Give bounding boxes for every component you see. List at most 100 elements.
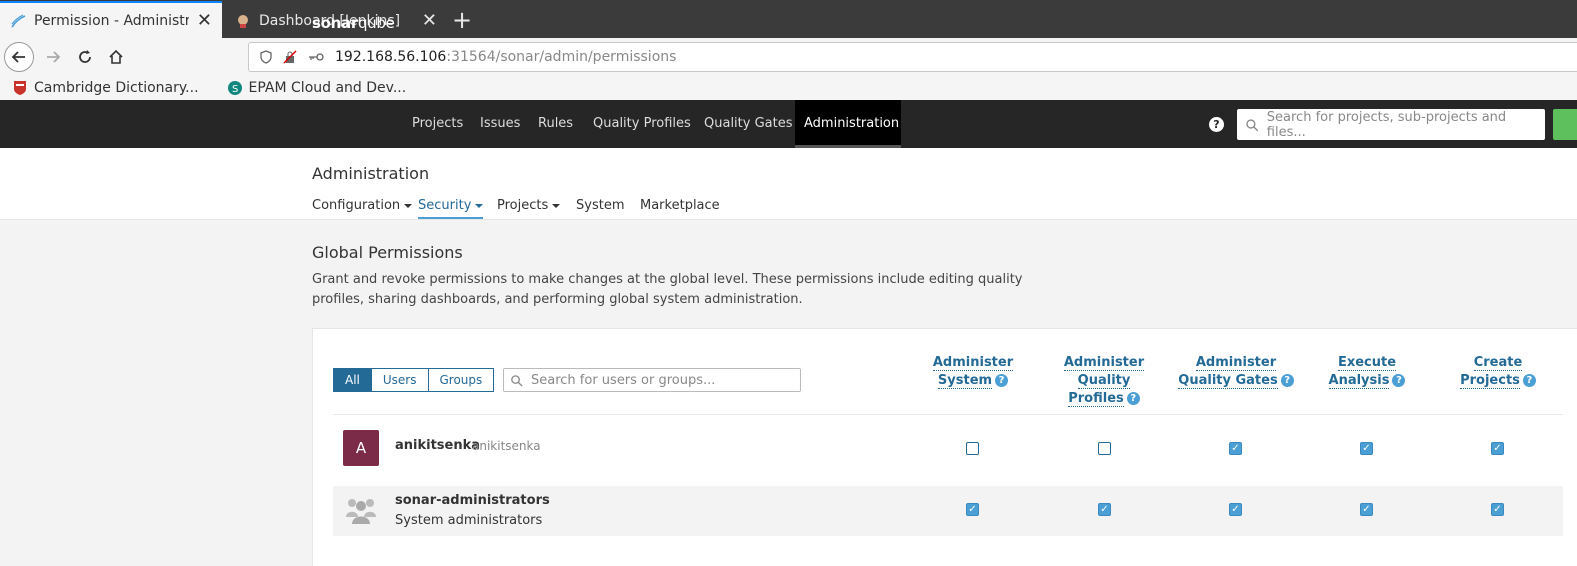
forward-arrow-icon	[47, 51, 61, 63]
filter-groups-button[interactable]: Groups	[428, 368, 495, 392]
filter-users-button[interactable]: Users	[371, 368, 429, 392]
filter-button-group: All Users Groups	[333, 368, 495, 392]
filter-all-button[interactable]: All	[333, 368, 372, 392]
reload-button[interactable]	[70, 42, 100, 72]
tab-permission[interactable]: Permission - Administrat ✕	[0, 1, 222, 38]
help-icon[interactable]: ?	[1280, 374, 1294, 387]
admin-header: Administration Configuration Security Pr…	[0, 148, 1577, 220]
nav-projects[interactable]: Projects	[403, 100, 472, 148]
nav-issues[interactable]: Issues	[471, 100, 529, 148]
sonarqube-favicon-icon	[11, 13, 26, 27]
sharepoint-icon: S	[227, 81, 242, 95]
column-label: Analysis	[1328, 373, 1390, 389]
subnav-system[interactable]: System	[576, 198, 624, 217]
user-login: anikitsenka	[472, 439, 541, 453]
user-name: anikitsenka	[395, 438, 481, 453]
column-label: Projects	[1460, 373, 1520, 389]
permission-checkbox[interactable]: ✓	[1360, 442, 1373, 455]
close-icon[interactable]: ✕	[197, 10, 212, 31]
insecure-lock-icon	[283, 50, 297, 64]
permission-checkbox[interactable]: ✓	[1491, 442, 1504, 455]
key-icon	[309, 53, 324, 61]
bookmark-cambridge[interactable]: Cambridge Dictionary...	[12, 80, 199, 96]
column-label: Quality Gates	[1178, 373, 1278, 389]
column-label: Create	[1473, 355, 1523, 371]
page-title: Administration	[312, 164, 430, 183]
subnav-projects[interactable]: Projects	[497, 198, 561, 217]
caret-down-icon	[475, 203, 484, 208]
url-path: :31564/sonar/admin/permissions	[446, 49, 677, 65]
reload-icon	[79, 50, 91, 63]
section-description: Grant and revoke permissions to make cha…	[312, 272, 1023, 307]
forward-button[interactable]	[38, 42, 68, 72]
search-icon	[511, 374, 523, 387]
global-search-placeholder: Search for projects, sub-projects and fi…	[1266, 109, 1507, 140]
sonarqube-logo[interactable]: sonarqube	[312, 14, 395, 32]
help-icon[interactable]: ?	[1209, 117, 1224, 132]
permission-checkbox[interactable]: ✓	[966, 503, 979, 516]
column-create-projects[interactable]: Create Projects?	[1448, 354, 1548, 390]
url-bar[interactable]: 192.168.56.106:31564/sonar/admin/permiss…	[248, 42, 1577, 72]
permission-checkbox[interactable]: ✓	[1360, 503, 1373, 516]
svg-text:S: S	[232, 84, 238, 95]
group-icon	[346, 499, 376, 524]
group-description: System administrators	[395, 513, 543, 528]
table-divider	[333, 414, 1563, 415]
column-administer-quality-profiles[interactable]: Administer Quality Profiles?	[1054, 354, 1154, 408]
caret-down-icon	[552, 203, 561, 208]
shield-icon	[260, 50, 272, 64]
url-host: 192.168.56.106	[335, 49, 447, 65]
subnav-label: Security	[418, 198, 472, 213]
browser-nav-bar: 192.168.56.106:31564/sonar/admin/permiss…	[0, 38, 1577, 76]
permission-checkbox[interactable]	[966, 442, 979, 455]
bookmark-label: Cambridge Dictionary...	[34, 80, 199, 96]
column-administer-quality-gates[interactable]: Administer Quality Gates?	[1176, 354, 1296, 390]
column-label: Quality	[1077, 373, 1131, 389]
home-button[interactable]	[101, 42, 131, 72]
column-label: Profiles	[1068, 391, 1124, 407]
close-icon[interactable]: ✕	[422, 10, 437, 31]
help-icon[interactable]: ?	[995, 374, 1009, 387]
back-button[interactable]	[4, 42, 34, 72]
column-execute-analysis[interactable]: Execute Analysis?	[1317, 354, 1417, 390]
logo-bold: sonar	[312, 14, 358, 32]
subnav-configuration[interactable]: Configuration	[312, 198, 413, 217]
jenkins-favicon-icon	[238, 14, 248, 28]
home-icon	[109, 49, 123, 64]
avatar: A	[343, 430, 379, 466]
column-label: System	[937, 373, 993, 389]
search-icon	[1246, 118, 1259, 131]
new-tab-button[interactable]: +	[452, 6, 472, 34]
subnav-label: Configuration	[312, 198, 401, 213]
help-icon[interactable]: ?	[1392, 374, 1406, 387]
permission-checkbox[interactable]: ✓	[1491, 503, 1504, 516]
login-button[interactable]	[1553, 109, 1577, 140]
bookmarks-bar: Cambridge Dictionary... S EPAM Cloud and…	[0, 76, 1577, 100]
column-administer-system[interactable]: Administer System?	[923, 354, 1023, 390]
column-label: Administer	[1063, 355, 1145, 371]
section-title: Global Permissions	[312, 243, 463, 262]
nav-quality-profiles[interactable]: Quality Profiles	[584, 100, 700, 148]
nav-rules[interactable]: Rules	[529, 100, 582, 148]
permission-checkbox[interactable]: ✓	[1098, 503, 1111, 516]
permission-checkbox[interactable]: ✓	[1229, 503, 1242, 516]
permission-checkbox[interactable]: ✓	[1229, 442, 1242, 455]
global-search-input[interactable]: Search for projects, sub-projects and fi…	[1237, 109, 1545, 140]
cambridge-shield-icon	[14, 81, 26, 95]
subnav-label: Projects	[497, 198, 549, 213]
permission-checkbox[interactable]	[1098, 442, 1111, 455]
user-search-placeholder: Search for users or groups...	[531, 372, 716, 388]
tab-title: Permission - Administrat	[34, 12, 189, 29]
subnav-marketplace[interactable]: Marketplace	[640, 198, 720, 217]
caret-down-icon	[404, 203, 413, 208]
subnav-security[interactable]: Security	[418, 198, 484, 219]
user-search-input[interactable]: Search for users or groups...	[503, 368, 801, 392]
browser-tab-bar: Permission - Administrat ✕ Dashboard [Je…	[0, 0, 1577, 38]
bookmark-label: EPAM Cloud and Dev...	[248, 80, 407, 96]
help-icon[interactable]: ?	[1126, 392, 1140, 405]
help-icon[interactable]: ?	[1522, 374, 1536, 387]
nav-quality-gates[interactable]: Quality Gates	[695, 100, 802, 148]
bookmark-epam[interactable]: S EPAM Cloud and Dev...	[227, 80, 407, 96]
column-label: Administer	[932, 355, 1014, 371]
nav-administration[interactable]: Administration	[795, 100, 901, 148]
